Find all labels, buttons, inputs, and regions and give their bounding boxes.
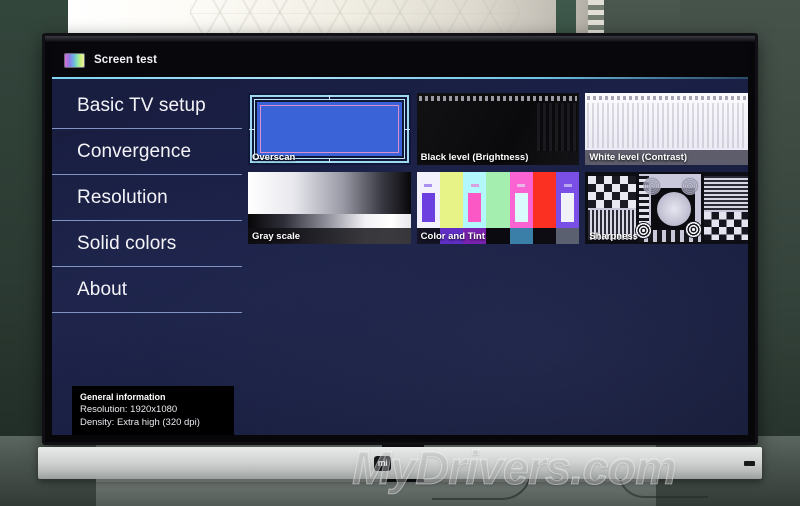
test-thumb-label: Black level (Brightness) bbox=[420, 152, 529, 163]
sidebar-item-about[interactable]: About bbox=[52, 267, 242, 313]
test-thumb-overscan[interactable]: Overscan bbox=[248, 93, 411, 165]
color-bar-inner-6 bbox=[561, 193, 575, 223]
page-title: Screen test bbox=[94, 54, 158, 66]
info-resolution: Resolution: 1920x1080 bbox=[80, 404, 178, 415]
sidebar-item-label: Basic TV setup bbox=[77, 94, 206, 116]
color-footer-seg-4 bbox=[509, 228, 533, 244]
color-bars-pattern bbox=[416, 172, 580, 228]
sidebar-item-basic-tv-setup[interactable]: Basic TV setup bbox=[52, 83, 242, 129]
test-thumb-label: Color and Tint bbox=[420, 231, 485, 242]
color-bar-inner-0 bbox=[421, 193, 435, 223]
color-bars-icon bbox=[64, 52, 85, 68]
test-thumb-black-level[interactable]: Black level (Brightness) bbox=[416, 93, 580, 165]
info-title: General information bbox=[80, 392, 166, 402]
sidebar-item-label: Resolution bbox=[77, 186, 168, 208]
sidebar-item-label: Convergence bbox=[77, 140, 192, 162]
color-footer-seg-6 bbox=[556, 228, 580, 244]
white-level-pattern bbox=[585, 93, 748, 150]
color-bar-tick-6 bbox=[563, 184, 572, 188]
sidebar-menu: Basic TV setup Convergence Resolution So… bbox=[52, 83, 242, 313]
color-bar-6 bbox=[556, 172, 580, 228]
television-set: Screen test Basic TV setup Convergence R… bbox=[42, 33, 758, 445]
general-information-box: General information Resolution: 1920x108… bbox=[72, 386, 234, 435]
test-thumb-white-level[interactable]: White level (Contrast) bbox=[585, 93, 748, 165]
test-pattern-grid: Overscan Black level (Brightness) White … bbox=[248, 93, 748, 251]
header-accent-line bbox=[52, 77, 748, 79]
app-header: Screen test bbox=[52, 43, 748, 77]
color-footer-seg-3 bbox=[486, 228, 510, 244]
sidebar-item-resolution[interactable]: Resolution bbox=[52, 175, 242, 221]
bezel-gloss bbox=[45, 36, 755, 42]
color-bar-0 bbox=[416, 172, 440, 228]
sidebar-item-solid-colors[interactable]: Solid colors bbox=[52, 221, 242, 267]
tv-bottom-bezel bbox=[38, 447, 762, 479]
sidebar-item-convergence[interactable]: Convergence bbox=[52, 129, 242, 175]
color-bar-1 bbox=[439, 172, 464, 228]
sidebar-item-label: About bbox=[77, 278, 128, 300]
test-thumb-label: White level (Contrast) bbox=[589, 152, 687, 163]
ir-sensor-icon bbox=[744, 461, 755, 466]
sidebar-item-label: Solid colors bbox=[77, 232, 177, 254]
color-footer-seg-5 bbox=[532, 228, 557, 244]
test-row-one: Overscan Black level (Brightness) White … bbox=[248, 93, 748, 165]
test-thumb-sharpness[interactable]: Sharpness bbox=[585, 172, 748, 244]
color-bar-5 bbox=[532, 172, 557, 228]
test-thumb-label: Overscan bbox=[252, 152, 296, 163]
test-thumb-label: Gray scale bbox=[252, 231, 301, 242]
test-thumb-gray-scale[interactable]: Gray scale bbox=[248, 172, 411, 244]
color-bar-inner-2 bbox=[468, 193, 482, 223]
test-thumb-label: Sharpness bbox=[589, 231, 638, 242]
color-bar-3 bbox=[486, 172, 510, 228]
mi-brand-logo: mi bbox=[374, 456, 391, 471]
color-bar-tick-4 bbox=[517, 184, 526, 188]
color-bar-inner-4 bbox=[514, 193, 528, 223]
info-density: Density: Extra high (320 dpi) bbox=[80, 416, 200, 428]
test-thumb-color-and-tint[interactable]: Color and Tint bbox=[416, 172, 580, 244]
color-bar-2 bbox=[463, 172, 487, 228]
color-bar-4 bbox=[509, 172, 533, 228]
color-bar-tick-0 bbox=[424, 184, 433, 188]
test-row-two: Gray scale Color and Tint Sharpness bbox=[248, 172, 748, 244]
tv-screen: Screen test Basic TV setup Convergence R… bbox=[52, 43, 748, 435]
color-bar-tick-2 bbox=[470, 184, 479, 188]
